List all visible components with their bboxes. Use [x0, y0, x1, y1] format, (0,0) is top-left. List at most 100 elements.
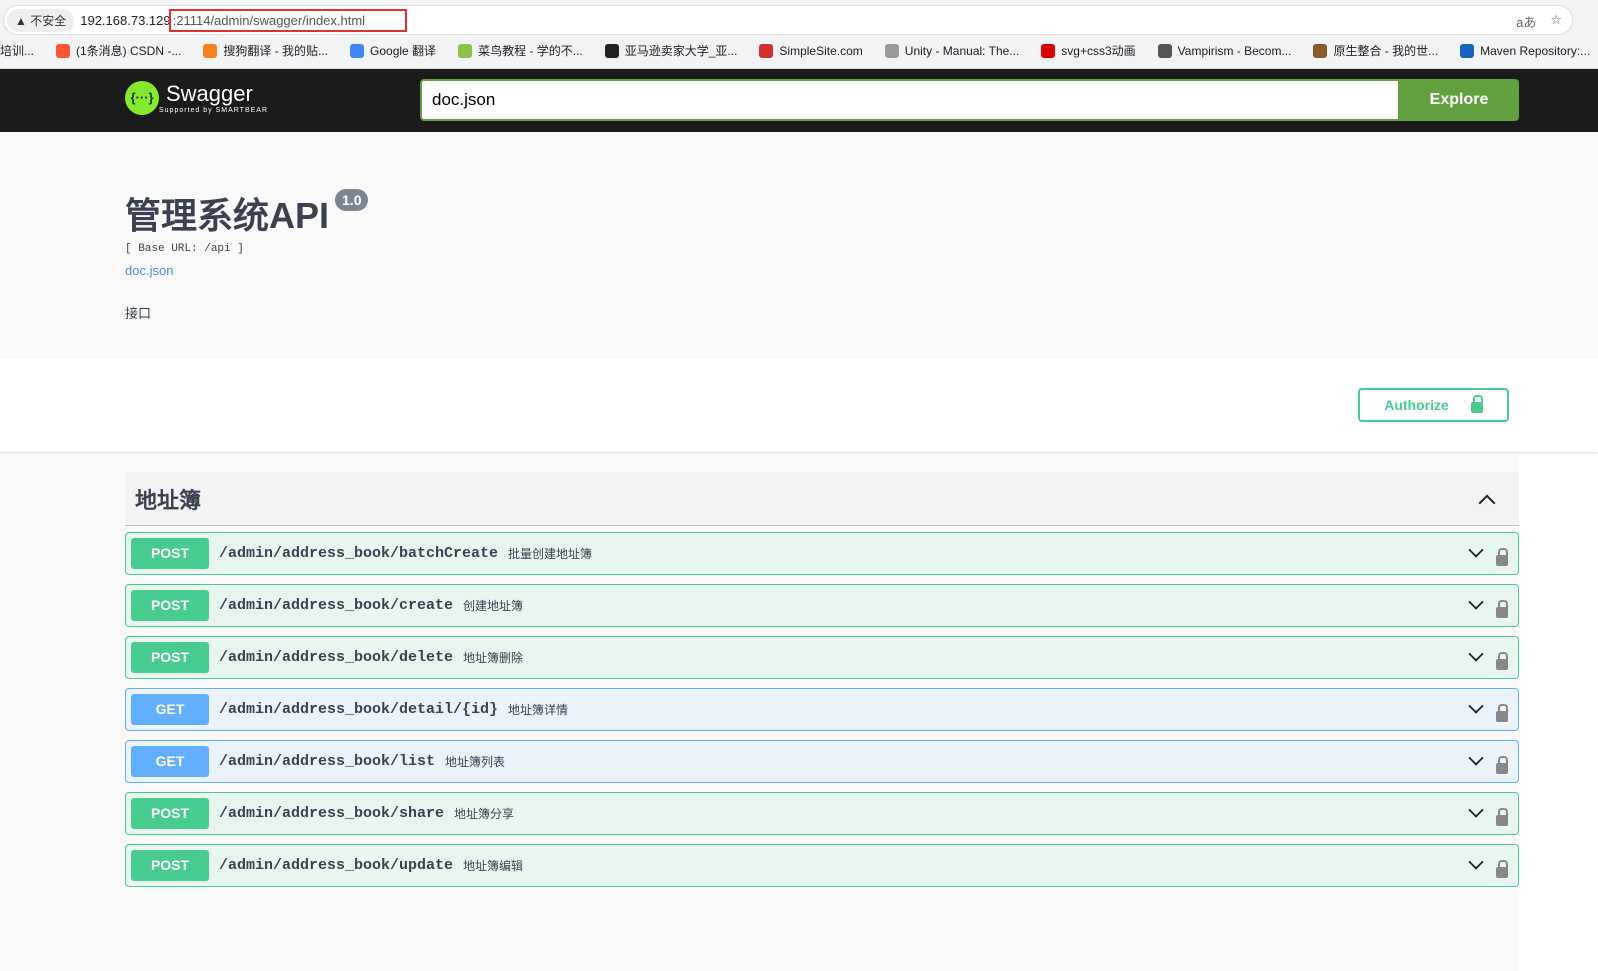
- operation-summary: 地址簿删除: [463, 649, 523, 666]
- security-label: 不安全: [30, 14, 66, 28]
- bookmark-item[interactable]: 培训...: [0, 42, 34, 59]
- bookmark-item[interactable]: svg+css3动画: [1041, 42, 1135, 59]
- spec-url-input[interactable]: doc.json: [420, 79, 1400, 121]
- bookmark-item[interactable]: 搜狗翻译 - 我的贴...: [203, 42, 328, 59]
- bookmark-item[interactable]: 菜鸟教程 - 学的不...: [458, 42, 583, 59]
- lock-icon[interactable]: [1496, 763, 1508, 774]
- operation-row[interactable]: GET/admin/address_book/detail/{id} 地址簿详情: [125, 688, 1519, 731]
- method-badge: GET: [131, 694, 209, 725]
- operation-row[interactable]: POST/admin/address_book/create 创建地址簿: [125, 584, 1519, 627]
- bookmark-item[interactable]: 亚马逊卖家大学_亚...: [605, 42, 738, 59]
- method-badge: POST: [131, 590, 209, 621]
- operation-path: /admin/address_book/delete: [219, 649, 453, 666]
- url-host: 192.168.73.129: [80, 13, 170, 28]
- bookmark-favicon-icon: [759, 44, 773, 58]
- bookmark-favicon-icon: [885, 44, 899, 58]
- lock-icon[interactable]: [1496, 607, 1508, 618]
- chevron-down-icon[interactable]: [1468, 854, 1483, 869]
- bookmark-label: svg+css3动画: [1061, 42, 1135, 59]
- bookmark-item[interactable]: 原生整合 - 我的世...: [1313, 42, 1438, 59]
- operation-path: /admin/address_book/detail/{id}: [219, 701, 498, 718]
- lock-icon[interactable]: [1496, 815, 1508, 826]
- tag-header-address-book[interactable]: 地址簿: [125, 472, 1519, 526]
- method-badge: GET: [131, 746, 209, 777]
- operation-summary: 地址簿编辑: [463, 857, 523, 874]
- lock-icon[interactable]: [1496, 659, 1508, 670]
- operation-path: /admin/address_book/list: [219, 753, 435, 770]
- bookmark-label: Google 翻译: [370, 42, 436, 59]
- operation-path: /admin/address_book/batchCreate: [219, 545, 498, 562]
- operations-section: 地址簿 POST/admin/address_book/batchCreate 批…: [0, 452, 1519, 971]
- operation-summary: 地址簿分享: [454, 805, 514, 822]
- operation-path: /admin/address_book/share: [219, 805, 444, 822]
- method-badge: POST: [131, 642, 209, 673]
- version-badge: 1.0: [335, 189, 368, 211]
- operation-summary: 批量创建地址簿: [508, 545, 592, 562]
- operation-row[interactable]: POST/admin/address_book/update 地址簿编辑: [125, 844, 1519, 887]
- swagger-logo[interactable]: {···} SwaggerSupported by SMARTBEAR: [125, 81, 268, 115]
- operation-row[interactable]: POST/admin/address_book/share 地址簿分享: [125, 792, 1519, 835]
- bookmark-item[interactable]: Vampirism - Becom...: [1158, 42, 1292, 59]
- base-url: [ Base URL: /api ]: [125, 243, 1598, 255]
- chevron-up-icon[interactable]: [1479, 494, 1496, 511]
- scheme-container: Authorize: [0, 358, 1598, 452]
- operation-path: /admin/address_book/create: [219, 597, 453, 614]
- chevron-down-icon[interactable]: [1468, 802, 1483, 817]
- operation-summary: 地址簿列表: [445, 753, 505, 770]
- api-info: 管理系统API1.0 [ Base URL: /api ] doc.json 接…: [0, 132, 1598, 358]
- operation-row[interactable]: POST/admin/address_book/delete 地址簿删除: [125, 636, 1519, 679]
- bookmark-star-icon[interactable]: ☆: [1550, 12, 1562, 31]
- bookmark-item[interactable]: Google 翻译: [350, 42, 436, 59]
- lock-icon[interactable]: [1496, 555, 1508, 566]
- bookmark-favicon-icon: [350, 44, 364, 58]
- tag-title: 地址簿: [135, 483, 201, 515]
- method-badge: POST: [131, 798, 209, 829]
- bookmark-item[interactable]: Unity - Manual: The...: [885, 42, 1020, 59]
- chevron-down-icon[interactable]: [1468, 750, 1483, 765]
- bookmark-favicon-icon: [605, 44, 619, 58]
- api-description: 接口: [125, 303, 1598, 322]
- operation-summary: 地址簿详情: [508, 701, 568, 718]
- bookmark-item[interactable]: Maven Repository:...: [1460, 42, 1590, 59]
- bookmark-label: 菜鸟教程 - 学的不...: [478, 42, 583, 59]
- bookmark-item[interactable]: (1条消息) CSDN -...: [56, 42, 181, 59]
- lock-icon[interactable]: [1496, 867, 1508, 878]
- bookmark-favicon-icon: [1158, 44, 1172, 58]
- bookmark-item[interactable]: SimpleSite.com: [759, 42, 862, 59]
- swagger-logo-icon: {···}: [125, 81, 159, 115]
- authorize-label: Authorize: [1384, 397, 1449, 413]
- logo-text: Swagger: [166, 83, 268, 105]
- bookmark-label: Maven Repository:...: [1480, 44, 1590, 58]
- url-path: :21114/admin/swagger/index.html: [169, 9, 407, 32]
- explore-button[interactable]: Explore: [1399, 79, 1519, 121]
- operation-row[interactable]: GET/admin/address_book/list 地址簿列表: [125, 740, 1519, 783]
- browser-chrome: ▲ 不安全 192.168.73.129:21114/admin/swagger…: [0, 0, 1598, 69]
- address-bar[interactable]: ▲ 不安全 192.168.73.129:21114/admin/swagger…: [3, 5, 1573, 35]
- swagger-topbar: {···} SwaggerSupported by SMARTBEAR doc.…: [0, 69, 1598, 132]
- translate-icon[interactable]: aあ: [1516, 12, 1536, 31]
- chevron-down-icon[interactable]: [1468, 594, 1483, 609]
- operation-row[interactable]: POST/admin/address_book/batchCreate 批量创建地…: [125, 532, 1519, 575]
- chevron-down-icon[interactable]: [1468, 698, 1483, 713]
- method-badge: POST: [131, 850, 209, 881]
- method-badge: POST: [131, 538, 209, 569]
- operation-summary: 创建地址簿: [463, 597, 523, 614]
- operation-path: /admin/address_book/update: [219, 857, 453, 874]
- bookmark-label: 原生整合 - 我的世...: [1333, 42, 1438, 59]
- bookmark-label: 搜狗翻译 - 我的贴...: [223, 42, 328, 59]
- chevron-down-icon[interactable]: [1468, 646, 1483, 661]
- chevron-down-icon[interactable]: [1468, 542, 1483, 557]
- bookmark-favicon-icon: [458, 44, 472, 58]
- lock-icon[interactable]: [1496, 711, 1508, 722]
- bookmarks-bar: 培训... (1条消息) CSDN -... 搜狗翻译 - 我的贴... Google…: [0, 42, 1598, 59]
- bookmark-favicon-icon: [1313, 44, 1327, 58]
- bookmark-favicon-icon: [1041, 44, 1055, 58]
- bookmark-label: Unity - Manual: The...: [905, 44, 1020, 58]
- bookmark-label: 培训...: [0, 42, 34, 59]
- doc-json-link[interactable]: doc.json: [125, 263, 1598, 278]
- security-indicator[interactable]: ▲ 不安全: [7, 9, 74, 32]
- bookmark-favicon-icon: [56, 44, 70, 58]
- bookmark-label: (1条消息) CSDN -...: [76, 42, 181, 59]
- bookmark-label: 亚马逊卖家大学_亚...: [625, 42, 738, 59]
- authorize-button[interactable]: Authorize: [1358, 388, 1509, 422]
